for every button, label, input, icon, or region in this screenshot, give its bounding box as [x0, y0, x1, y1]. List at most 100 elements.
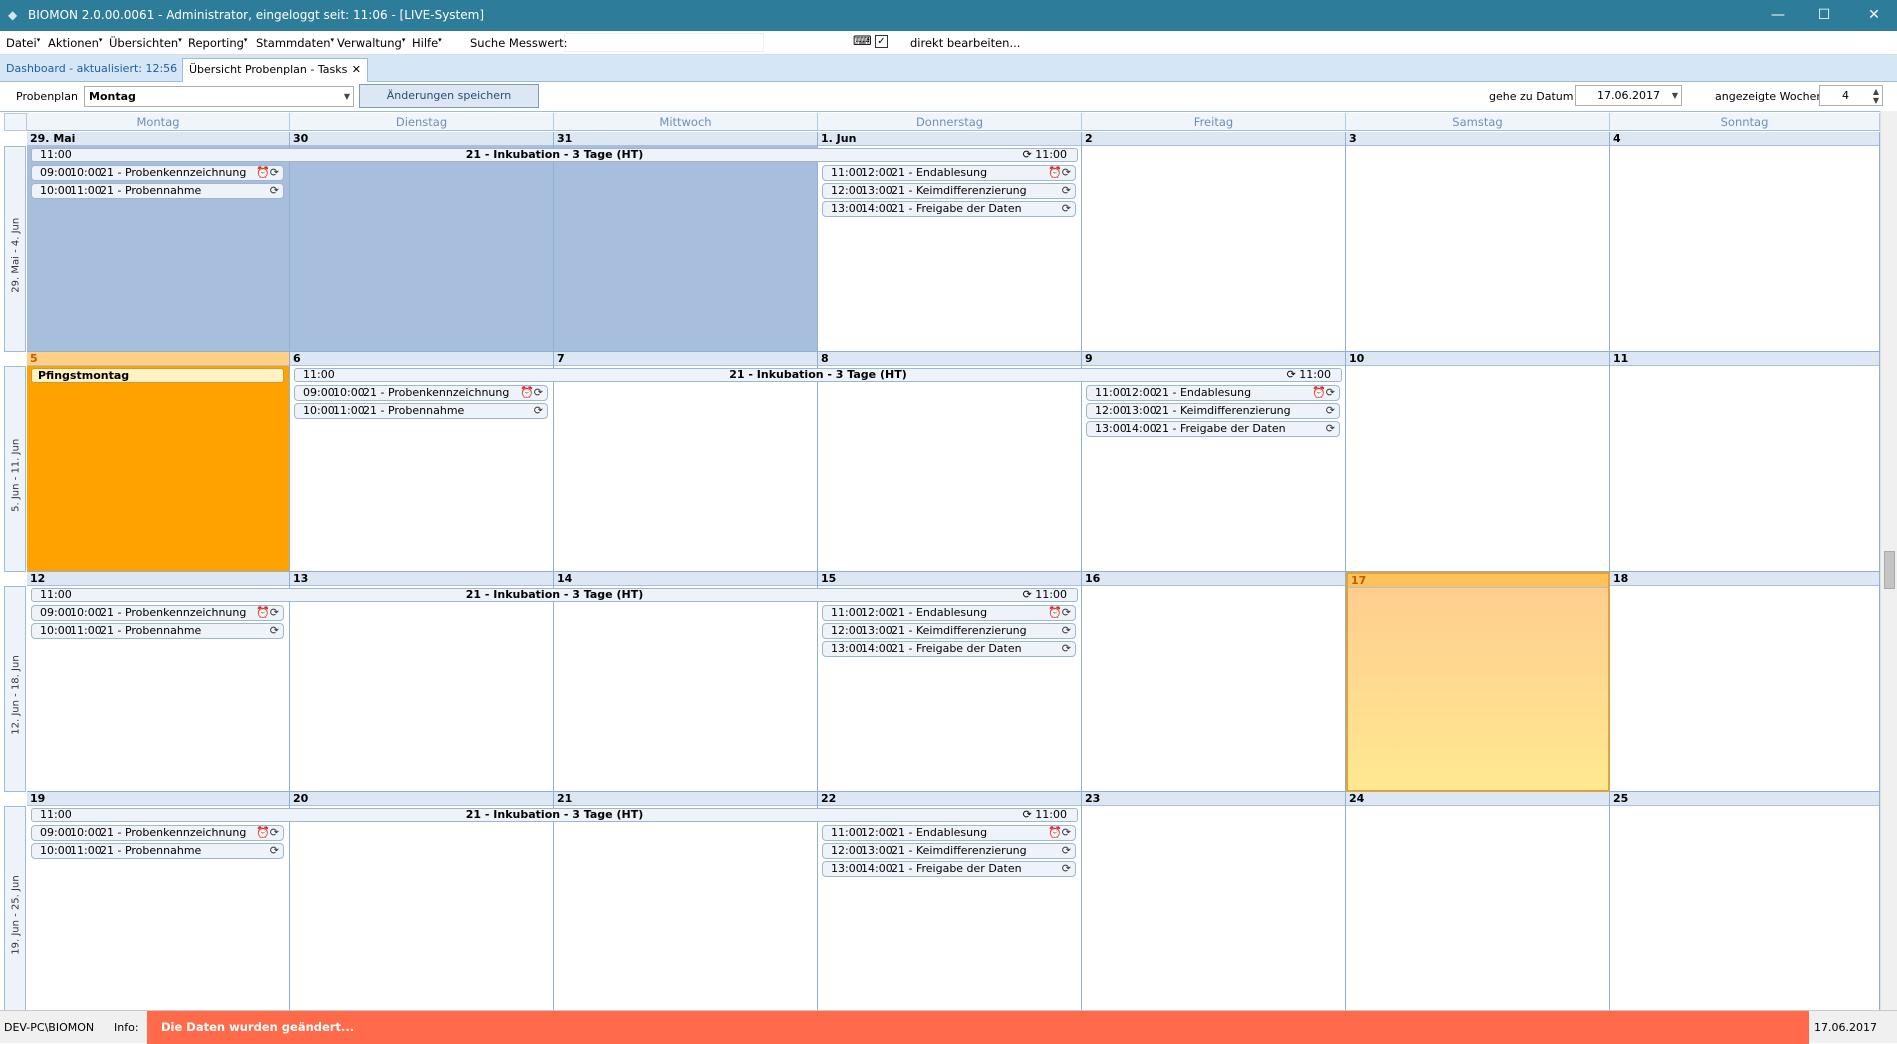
- checkbox-icon[interactable]: ✓: [875, 35, 888, 48]
- task-appointment[interactable]: 12:00 13:00 21 - Keimdifferenzierung ⟳: [822, 623, 1076, 639]
- task-appointment[interactable]: 09:00 10:00 21 - Probenkennzeichnung ⏰⟳: [31, 165, 284, 181]
- recurrence-icon: ⟳: [1325, 404, 1335, 417]
- day-cell[interactable]: 18: [1610, 572, 1880, 792]
- day-cell[interactable]: 17: [1346, 572, 1610, 792]
- task-name: 21 - Freigabe der Daten: [891, 862, 1022, 875]
- day-cell[interactable]: 4: [1610, 132, 1880, 352]
- task-appointment[interactable]: 12:00 13:00 21 - Keimdifferenzierung ⟳: [822, 843, 1076, 859]
- menu-aktionen[interactable]: Aktionen▾: [48, 36, 102, 50]
- title-bar: ◆ BIOMON 2.0.00.0061 - Administrator, ei…: [0, 0, 1897, 31]
- day-cell[interactable]: 31: [554, 132, 818, 352]
- day-number: 14: [554, 572, 817, 586]
- spinner-arrows-icon[interactable]: ▲ ▼: [1873, 87, 1879, 105]
- day-cell[interactable]: 16: [1082, 572, 1346, 792]
- task-appointment[interactable]: 13:00 14:00 21 - Freigabe der Daten ⟳: [822, 201, 1076, 217]
- day-cell[interactable]: 20: [290, 792, 554, 1011]
- task-appointment[interactable]: 09:00 10:00 21 - Probenkennzeichnung ⏰⟳: [31, 825, 284, 841]
- direct-edit-label[interactable]: direkt bearbeiten...: [910, 36, 1020, 50]
- task-name: 21 - Endablesung: [1155, 386, 1252, 399]
- task-appointment[interactable]: 11:00 12:00 21 - Endablesung ⏰⟳: [822, 605, 1076, 621]
- probenplan-select[interactable]: Montag ▼: [84, 86, 354, 107]
- task-appointment[interactable]: 12:00 13:00 21 - Keimdifferenzierung ⟳: [1086, 403, 1340, 419]
- task-appointment[interactable]: 13:00 14:00 21 - Freigabe der Daten ⟳: [1086, 421, 1340, 437]
- task-start: 13:00: [831, 642, 863, 655]
- vertical-scrollbar[interactable]: [1880, 111, 1897, 1010]
- tab-strip: Dashboard - aktualisiert: 12:56 Übersich…: [0, 55, 1897, 82]
- menu-stammdaten[interactable]: Stammdaten▾: [256, 36, 334, 50]
- recurrence-icon: ⟳: [1061, 202, 1071, 215]
- day-cell[interactable]: 2: [1082, 132, 1346, 352]
- menu-verwaltung[interactable]: Verwaltung▾: [337, 36, 405, 50]
- incubation-event[interactable]: 11:00 21 - Inkubation - 3 Tage (HT) ⟳ 11:0…: [31, 148, 1078, 162]
- task-name: 21 - Probennahme: [100, 184, 202, 197]
- day-cell[interactable]: 8: [818, 352, 1082, 572]
- task-end: 13:00: [861, 184, 893, 197]
- menu-reporting[interactable]: Reporting▾: [188, 36, 247, 50]
- weeks-spinner[interactable]: 4 ▲ ▼: [1819, 85, 1883, 106]
- task-end: 11:00: [70, 184, 102, 197]
- task-appointment[interactable]: 10:00 11:00 21 - Probennahme ⟳: [294, 403, 548, 419]
- day-cell[interactable]: 23: [1082, 792, 1346, 1011]
- maximize-button[interactable]: ☐: [1801, 0, 1847, 31]
- bell-recurrence-icon: ⏰⟳: [1048, 166, 1071, 179]
- bell-recurrence-icon: ⏰⟳: [1312, 386, 1335, 399]
- day-cell[interactable]: 11: [1610, 352, 1880, 572]
- task-name: 21 - Freigabe der Daten: [891, 202, 1022, 215]
- task-end: 11:00: [70, 624, 102, 637]
- day-cell[interactable]: 30: [290, 132, 554, 352]
- day-cell[interactable]: 5: [27, 352, 290, 572]
- minimize-button[interactable]: —: [1755, 0, 1801, 31]
- goto-date-picker[interactable]: 17.06.2017 ▼: [1575, 85, 1682, 106]
- task-appointment[interactable]: 13:00 14:00 21 - Freigabe der Daten ⟳: [822, 641, 1076, 657]
- recurrence-icon: ⟳: [1286, 368, 1300, 381]
- task-appointment[interactable]: 11:00 12:00 21 - Endablesung ⏰⟳: [1086, 385, 1340, 401]
- day-cell[interactable]: 24: [1346, 792, 1610, 1011]
- day-cell[interactable]: 14: [554, 572, 818, 792]
- task-appointment[interactable]: 10:00 11:00 21 - Probennahme ⟳: [31, 183, 284, 199]
- task-appointment[interactable]: 09:00 10:00 21 - Probenkennzeichnung ⏰⟳: [294, 385, 548, 401]
- task-start: 11:00: [831, 606, 863, 619]
- bell-recurrence-icon: ⏰⟳: [1048, 826, 1071, 839]
- day-number: 7: [554, 352, 817, 366]
- incubation-event[interactable]: 11:00 21 - Inkubation - 3 Tage (HT) ⟳ 11:0…: [31, 588, 1078, 602]
- task-appointment[interactable]: 11:00 12:00 21 - Endablesung ⏰⟳: [822, 165, 1076, 181]
- task-appointment[interactable]: 10:00 11:00 21 - Probennahme ⟳: [31, 623, 284, 639]
- tab-dashboard[interactable]: Dashboard - aktualisiert: 12:56: [6, 58, 177, 82]
- menu-uebersichten[interactable]: Übersichten▾: [109, 36, 182, 50]
- bell-recurrence-icon: ⏰⟳: [256, 166, 279, 179]
- save-changes-button[interactable]: Änderungen speichern: [359, 84, 539, 108]
- task-appointment[interactable]: 09:00 10:00 21 - Probenkennzeichnung ⏰⟳: [31, 605, 284, 621]
- tab-close-icon[interactable]: ✕: [352, 59, 361, 81]
- tab-probenplan[interactable]: Übersicht Probenplan - Tasks ✕: [182, 58, 368, 82]
- task-end: 14:00: [861, 862, 893, 875]
- task-end: 13:00: [1125, 404, 1157, 417]
- day-cell[interactable]: 25: [1610, 792, 1880, 1011]
- recurrence-icon: ⟳: [1022, 148, 1036, 161]
- day-cell[interactable]: 13: [290, 572, 554, 792]
- event-end: ⟳ 11:00: [1023, 809, 1067, 821]
- close-button[interactable]: ✕: [1851, 0, 1897, 31]
- search-input[interactable]: [564, 33, 764, 52]
- task-appointment[interactable]: 10:00 11:00 21 - Probennahme ⟳: [31, 843, 284, 859]
- day-cell[interactable]: 10: [1346, 352, 1610, 572]
- day-number: 5: [27, 352, 289, 366]
- task-start: 13:00: [1095, 422, 1127, 435]
- day-cell[interactable]: 21: [554, 792, 818, 1011]
- day-number: 12: [27, 572, 289, 586]
- task-appointment[interactable]: 13:00 14:00 21 - Freigabe der Daten ⟳: [822, 861, 1076, 877]
- menu-datei[interactable]: Datei▾: [6, 36, 40, 50]
- scrollbar-thumb[interactable]: [1884, 551, 1895, 589]
- task-end: 13:00: [861, 624, 893, 637]
- task-start: 12:00: [831, 184, 863, 197]
- keyboard-icon[interactable]: ⌨: [853, 34, 872, 49]
- day-cell[interactable]: 7: [554, 352, 818, 572]
- recurrence-icon: ⟳: [269, 624, 279, 637]
- task-appointment[interactable]: 12:00 13:00 21 - Keimdifferenzierung ⟳: [822, 183, 1076, 199]
- task-appointment[interactable]: 11:00 12:00 21 - Endablesung ⏰⟳: [822, 825, 1076, 841]
- incubation-event[interactable]: 11:00 21 - Inkubation - 3 Tage (HT) ⟳ 11:0…: [31, 808, 1078, 822]
- day-cell[interactable]: 3: [1346, 132, 1610, 352]
- incubation-event[interactable]: 11:00 21 - Inkubation - 3 Tage (HT) ⟳ 11:0…: [294, 368, 1342, 382]
- task-start: 11:00: [1095, 386, 1127, 399]
- menu-hilfe[interactable]: Hilfe▾: [412, 36, 442, 50]
- task-start: 09:00: [40, 166, 72, 179]
